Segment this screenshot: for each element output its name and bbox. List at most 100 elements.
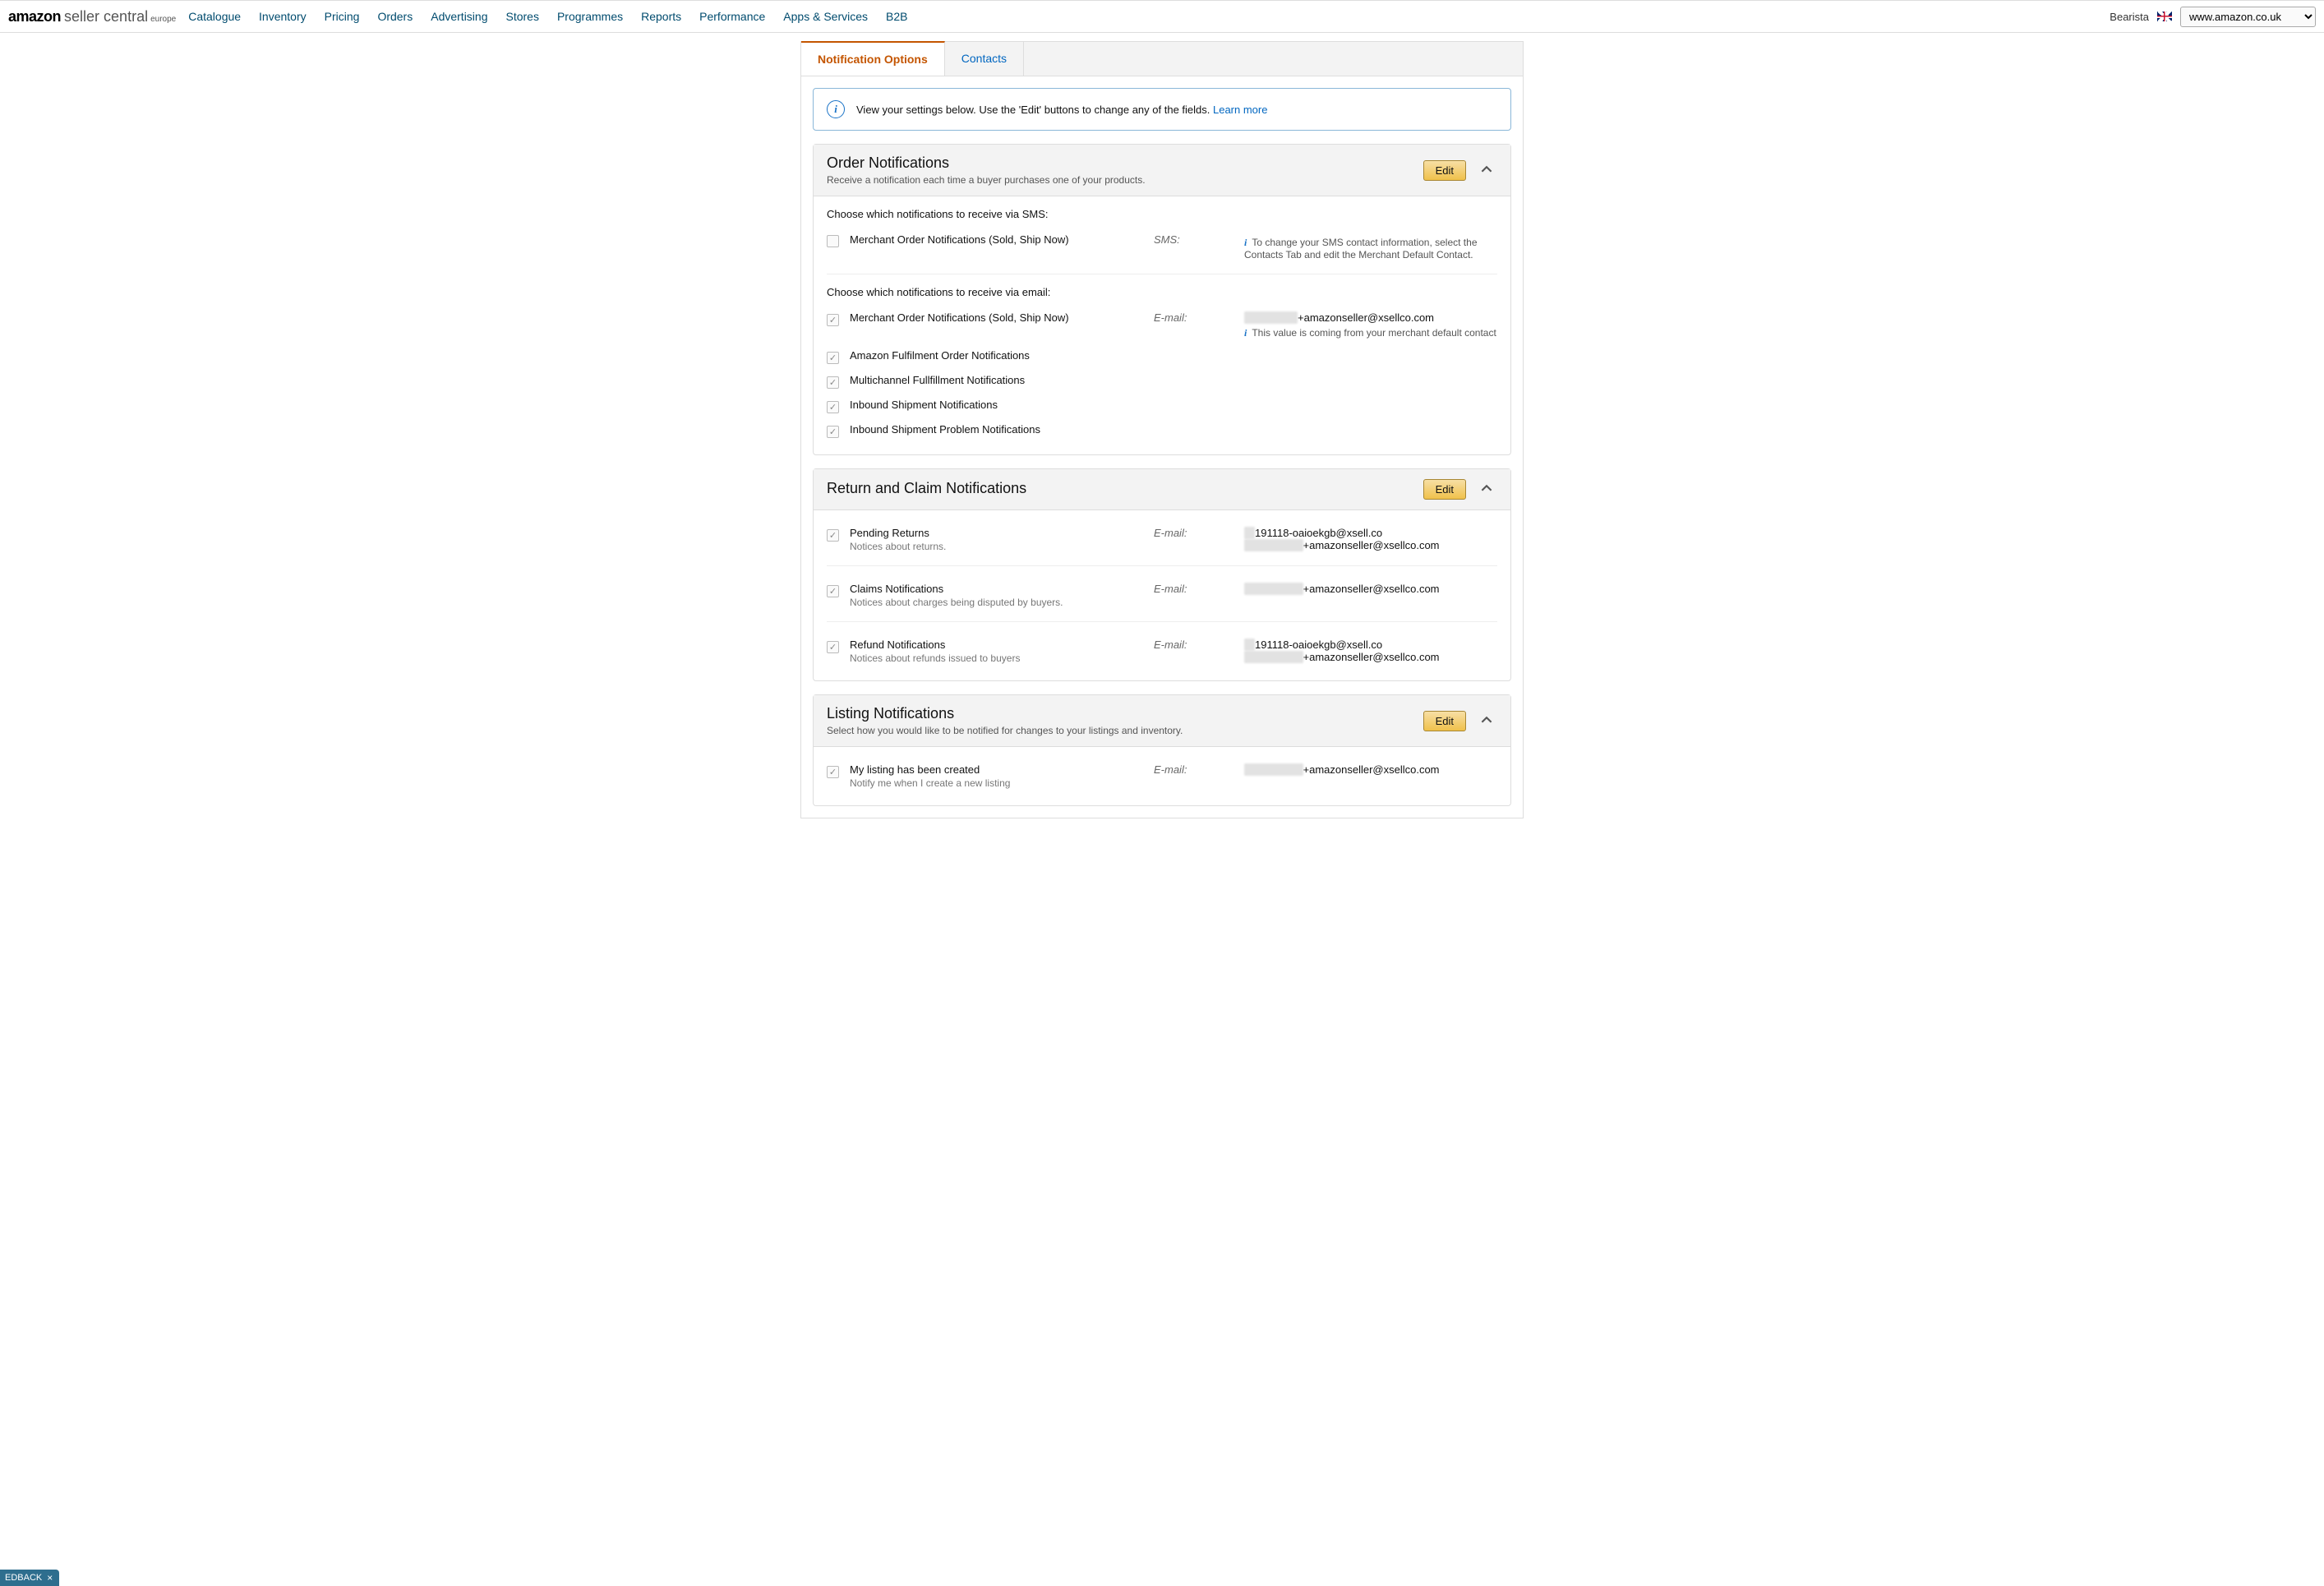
email-row: Multichannel Fullfillment Notifications [827,369,1497,394]
section-return-claim: Return and Claim Notifications Edit Pend… [813,468,1511,681]
chevron-up-icon [1481,714,1492,726]
email-item-label: Inbound Shipment Problem Notifications [850,423,1154,436]
checkbox-email-merchant-order[interactable] [827,314,839,326]
return-item-desc: Notices about refunds issued to buyers [850,652,1154,664]
info-alert: i View your settings below. Use the 'Edi… [813,88,1511,131]
collapse-toggle[interactable] [1476,714,1497,728]
email-value: xxxxxxxxxx+amazonseller@xsellco.com [1244,311,1497,324]
tab-notification-options[interactable]: Notification Options [801,41,945,76]
section-subtitle: Select how you would like to be notified… [827,725,1423,736]
close-icon[interactable]: × [47,1572,53,1584]
collapse-toggle[interactable] [1476,482,1497,496]
nav-catalogue[interactable]: Catalogue [188,10,241,23]
edit-button-listing[interactable]: Edit [1423,711,1466,731]
nav-reports[interactable]: Reports [641,10,681,23]
email-channel-label: E-mail: [1154,583,1244,595]
section-order-notifications: Order Notifications Receive a notificati… [813,144,1511,455]
email-value: xx191118-oaioekgb@xsell.co [1244,639,1497,651]
uk-flag-icon[interactable] [2157,12,2172,21]
nav-performance[interactable]: Performance [699,10,765,23]
email-value: xxxxxxxxxxx+amazonseller@xsellco.com [1244,651,1497,663]
info-icon: i [1244,327,1247,339]
email-value: xxxxxxxxxxx+amazonseller@xsellco.com [1244,583,1497,595]
main-nav: Catalogue Inventory Pricing Orders Adver… [188,10,907,23]
section-head-listing: Listing Notifications Select how you wou… [814,695,1510,747]
return-row: Refund NotificationsNotices about refund… [827,634,1497,669]
email-row: Inbound Shipment Notifications [827,394,1497,418]
marketplace-select[interactable]: www.amazon.co.uk [2180,7,2316,27]
email-value: xxxxxxxxxxx+amazonseller@xsellco.com [1244,763,1497,776]
panel-notification-options: i View your settings below. Use the 'Edi… [800,76,1524,818]
nav-apps-services[interactable]: Apps & Services [783,10,868,23]
listing-item-title: My listing has been created [850,763,1154,776]
return-item-desc: Notices about charges being disputed by … [850,597,1154,608]
email-item-label: Multichannel Fullfillment Notifications [850,374,1154,386]
email-value: xxxxxxxxxxx+amazonseller@xsellco.com [1244,539,1497,551]
return-row: Claims Notifications Notices about charge… [827,578,1497,613]
chevron-up-icon [1481,482,1492,494]
email-item-label: Merchant Order Notifications (Sold, Ship… [850,311,1154,324]
nav-pricing[interactable]: Pricing [325,10,360,23]
logo-amazon-text: amazon [8,8,61,25]
nav-stores[interactable]: Stores [506,10,539,23]
email-heading: Choose which notifications to receive vi… [827,286,1497,298]
tab-contacts[interactable]: Contacts [945,42,1024,76]
email-row: Merchant Order Notifications (Sold, Ship… [827,307,1497,344]
user-name[interactable]: Bearista [2110,11,2149,23]
logo-seller-central-text: seller central [64,8,148,25]
email-note: iThis value is coming from your merchant… [1244,327,1497,339]
nav-programmes[interactable]: Programmes [557,10,623,23]
email-channel-label: E-mail: [1154,639,1244,651]
sms-channel-label: SMS: [1154,233,1244,246]
section-title: Return and Claim Notifications [827,480,1423,497]
chevron-up-icon [1481,164,1492,175]
nav-advertising[interactable]: Advertising [431,10,487,23]
return-item-title: Pending Returns [850,527,1154,539]
sms-heading: Choose which notifications to receive vi… [827,208,1497,220]
sms-note: iTo change your SMS contact information,… [1244,237,1497,260]
listing-item-desc: Notify me when I create a new listing [850,777,1154,789]
learn-more-link[interactable]: Learn more [1213,104,1267,116]
listing-row: My listing has been created Notify me wh… [827,758,1497,794]
edit-button-return[interactable]: Edit [1423,479,1466,500]
nav-inventory[interactable]: Inventory [259,10,307,23]
logo-region-text: europe [150,15,176,24]
nav-orders[interactable]: Orders [377,10,413,23]
checkbox-return-2[interactable] [827,641,839,653]
email-value: xx191118-oaioekgb@xsell.co [1244,527,1497,539]
email-channel-label: E-mail: [1154,311,1244,324]
checkbox-email-inbound-problem[interactable] [827,426,839,438]
email-row: Inbound Shipment Problem Notifications [827,418,1497,443]
feedback-tab[interactable]: EDBACK × [0,1570,59,1586]
top-nav: amazon seller central europe Catalogue I… [0,0,2324,33]
checkbox-return-0[interactable] [827,529,839,542]
checkbox-return-1[interactable] [827,585,839,597]
section-title: Order Notifications [827,154,1423,172]
section-listing: Listing Notifications Select how you wou… [813,694,1511,806]
info-icon: i [827,100,845,118]
alert-text: View your settings below. Use the 'Edit'… [856,104,1267,116]
tab-bar: Notification Options Contacts [800,41,1524,76]
return-row: Pending ReturnsNotices about returns.E-m… [827,522,1497,557]
logo[interactable]: amazon seller central europe [8,8,176,25]
section-title: Listing Notifications [827,705,1423,722]
checkbox-sms-merchant-order[interactable] [827,235,839,247]
email-row: Amazon Fulfilment Order Notifications [827,344,1497,369]
section-subtitle: Receive a notification each time a buyer… [827,174,1423,186]
section-head-return: Return and Claim Notifications Edit [814,469,1510,510]
sms-row: Merchant Order Notifications (Sold, Ship… [827,228,1497,265]
checkbox-email-inbound[interactable] [827,401,839,413]
edit-button-order[interactable]: Edit [1423,160,1466,181]
email-channel-label: E-mail: [1154,763,1244,776]
collapse-toggle[interactable] [1476,164,1497,178]
checkbox-email-mcf[interactable] [827,376,839,389]
checkbox-email-afn[interactable] [827,352,839,364]
return-item-title: Claims Notifications [850,583,1154,595]
sms-item-label: Merchant Order Notifications (Sold, Ship… [850,233,1154,246]
email-item-label: Amazon Fulfilment Order Notifications [850,349,1154,362]
checkbox-listing-created[interactable] [827,766,839,778]
section-head-order: Order Notifications Receive a notificati… [814,145,1510,196]
return-item-title: Refund Notifications [850,639,1154,651]
nav-b2b[interactable]: B2B [886,10,907,23]
email-item-label: Inbound Shipment Notifications [850,399,1154,411]
